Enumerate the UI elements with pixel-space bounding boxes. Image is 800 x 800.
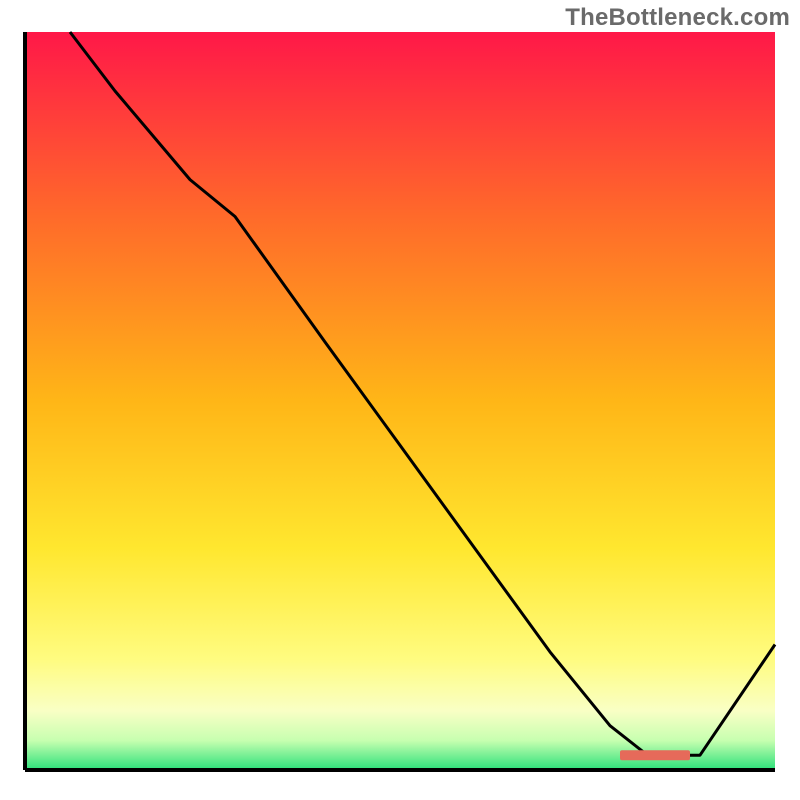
chart-svg [0,0,800,800]
optimal-marker [620,750,690,760]
plot-background [25,32,775,770]
chart-frame: TheBottleneck.com [0,0,800,800]
